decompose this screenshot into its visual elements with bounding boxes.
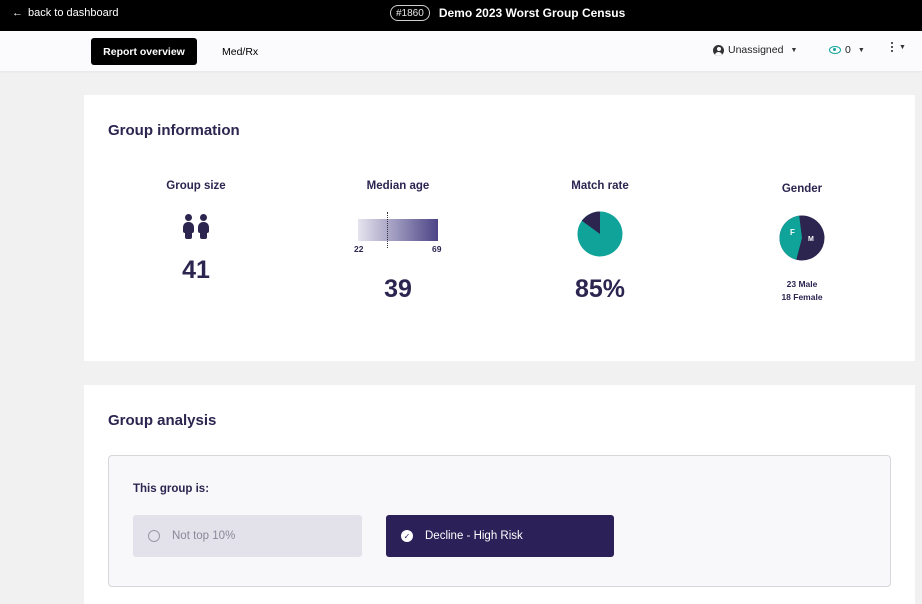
- watchers-dropdown[interactable]: 0 ▼: [829, 44, 865, 56]
- option-not-top-10-label: Not top 10%: [172, 530, 236, 542]
- caret-down-icon: ▼: [790, 46, 798, 54]
- group-classification-heading: This group is:: [133, 483, 210, 495]
- gender-counts: 23 Male 18 Female: [752, 278, 852, 304]
- more-options-menu[interactable]: ▼: [891, 42, 906, 52]
- report-title: Demo 2023 Worst Group Census: [438, 6, 626, 20]
- top-bar: ← back to dashboard #1860 Demo 2023 Wors…: [0, 0, 922, 31]
- checkmark-icon: ✓: [401, 530, 413, 542]
- group-size-label: Group size: [166, 180, 226, 192]
- median-age-marker: [387, 212, 388, 248]
- tab-med-rx[interactable]: Med/Rx: [222, 38, 258, 65]
- tab-report-overview[interactable]: Report overview: [91, 38, 197, 65]
- match-rate-stat: Match rate: [550, 180, 650, 192]
- group-size-stat: Group size 41: [146, 180, 246, 285]
- gender-male-letter: M: [808, 236, 814, 243]
- median-age-range-bar: [358, 219, 438, 241]
- kebab-icon: [891, 42, 893, 52]
- radio-unchecked-icon: [148, 530, 160, 542]
- group-size-value: 41: [182, 256, 210, 284]
- match-rate-value-wrap: 85%: [550, 275, 650, 304]
- back-link-label: back to dashboard: [28, 7, 119, 19]
- median-age-min: 22: [354, 244, 364, 254]
- group-analysis-title: Group analysis: [108, 412, 217, 429]
- user-icon: [713, 44, 724, 56]
- gender-female-letter: F: [790, 228, 795, 237]
- median-age-value-wrap: 39: [348, 275, 448, 304]
- gender-male-count: 23 Male: [786, 279, 818, 289]
- gender-label: Gender: [781, 183, 823, 195]
- match-rate-value: 85%: [574, 275, 626, 303]
- arrow-left-icon: ←: [12, 7, 23, 19]
- match-rate-label: Match rate: [571, 180, 629, 192]
- option-not-top-10[interactable]: Not top 10%: [133, 515, 362, 557]
- sub-navigation-bar: Report overview Med/Rx Unassigned ▼ 0 ▼ …: [0, 31, 922, 71]
- median-age-value: 39: [384, 275, 412, 303]
- option-decline-high-risk-label: Decline - High Risk: [425, 530, 523, 542]
- watchers-count: 0: [845, 44, 851, 56]
- group-analysis-card: Group analysis This group is: Not top 10…: [84, 385, 915, 604]
- eye-icon: [829, 46, 841, 54]
- gender-stat: Gender: [752, 183, 852, 195]
- group-classification-box: This group is: Not top 10% ✓ Decline - H…: [108, 455, 891, 587]
- match-rate-pie: [577, 211, 623, 257]
- assignee-dropdown[interactable]: Unassigned ▼: [713, 44, 797, 56]
- median-age-stat: Median age: [348, 180, 448, 192]
- gender-female-count: 18 Female: [781, 292, 823, 302]
- median-age-max: 69: [432, 244, 442, 254]
- report-title-group: #1860 Demo 2023 Worst Group Census: [390, 4, 625, 22]
- group-information-title: Group information: [108, 122, 240, 139]
- assignee-label: Unassigned: [728, 44, 784, 56]
- option-decline-high-risk[interactable]: ✓ Decline - High Risk: [386, 515, 614, 557]
- median-age-label: Median age: [366, 180, 430, 192]
- gender-pie: F M: [779, 215, 825, 261]
- back-to-dashboard-link[interactable]: ← back to dashboard: [12, 0, 119, 26]
- caret-down-icon: ▼: [857, 46, 865, 54]
- report-id-badge: #1860: [390, 5, 430, 21]
- caret-down-icon: ▼: [899, 43, 906, 51]
- people-icon: [146, 214, 246, 239]
